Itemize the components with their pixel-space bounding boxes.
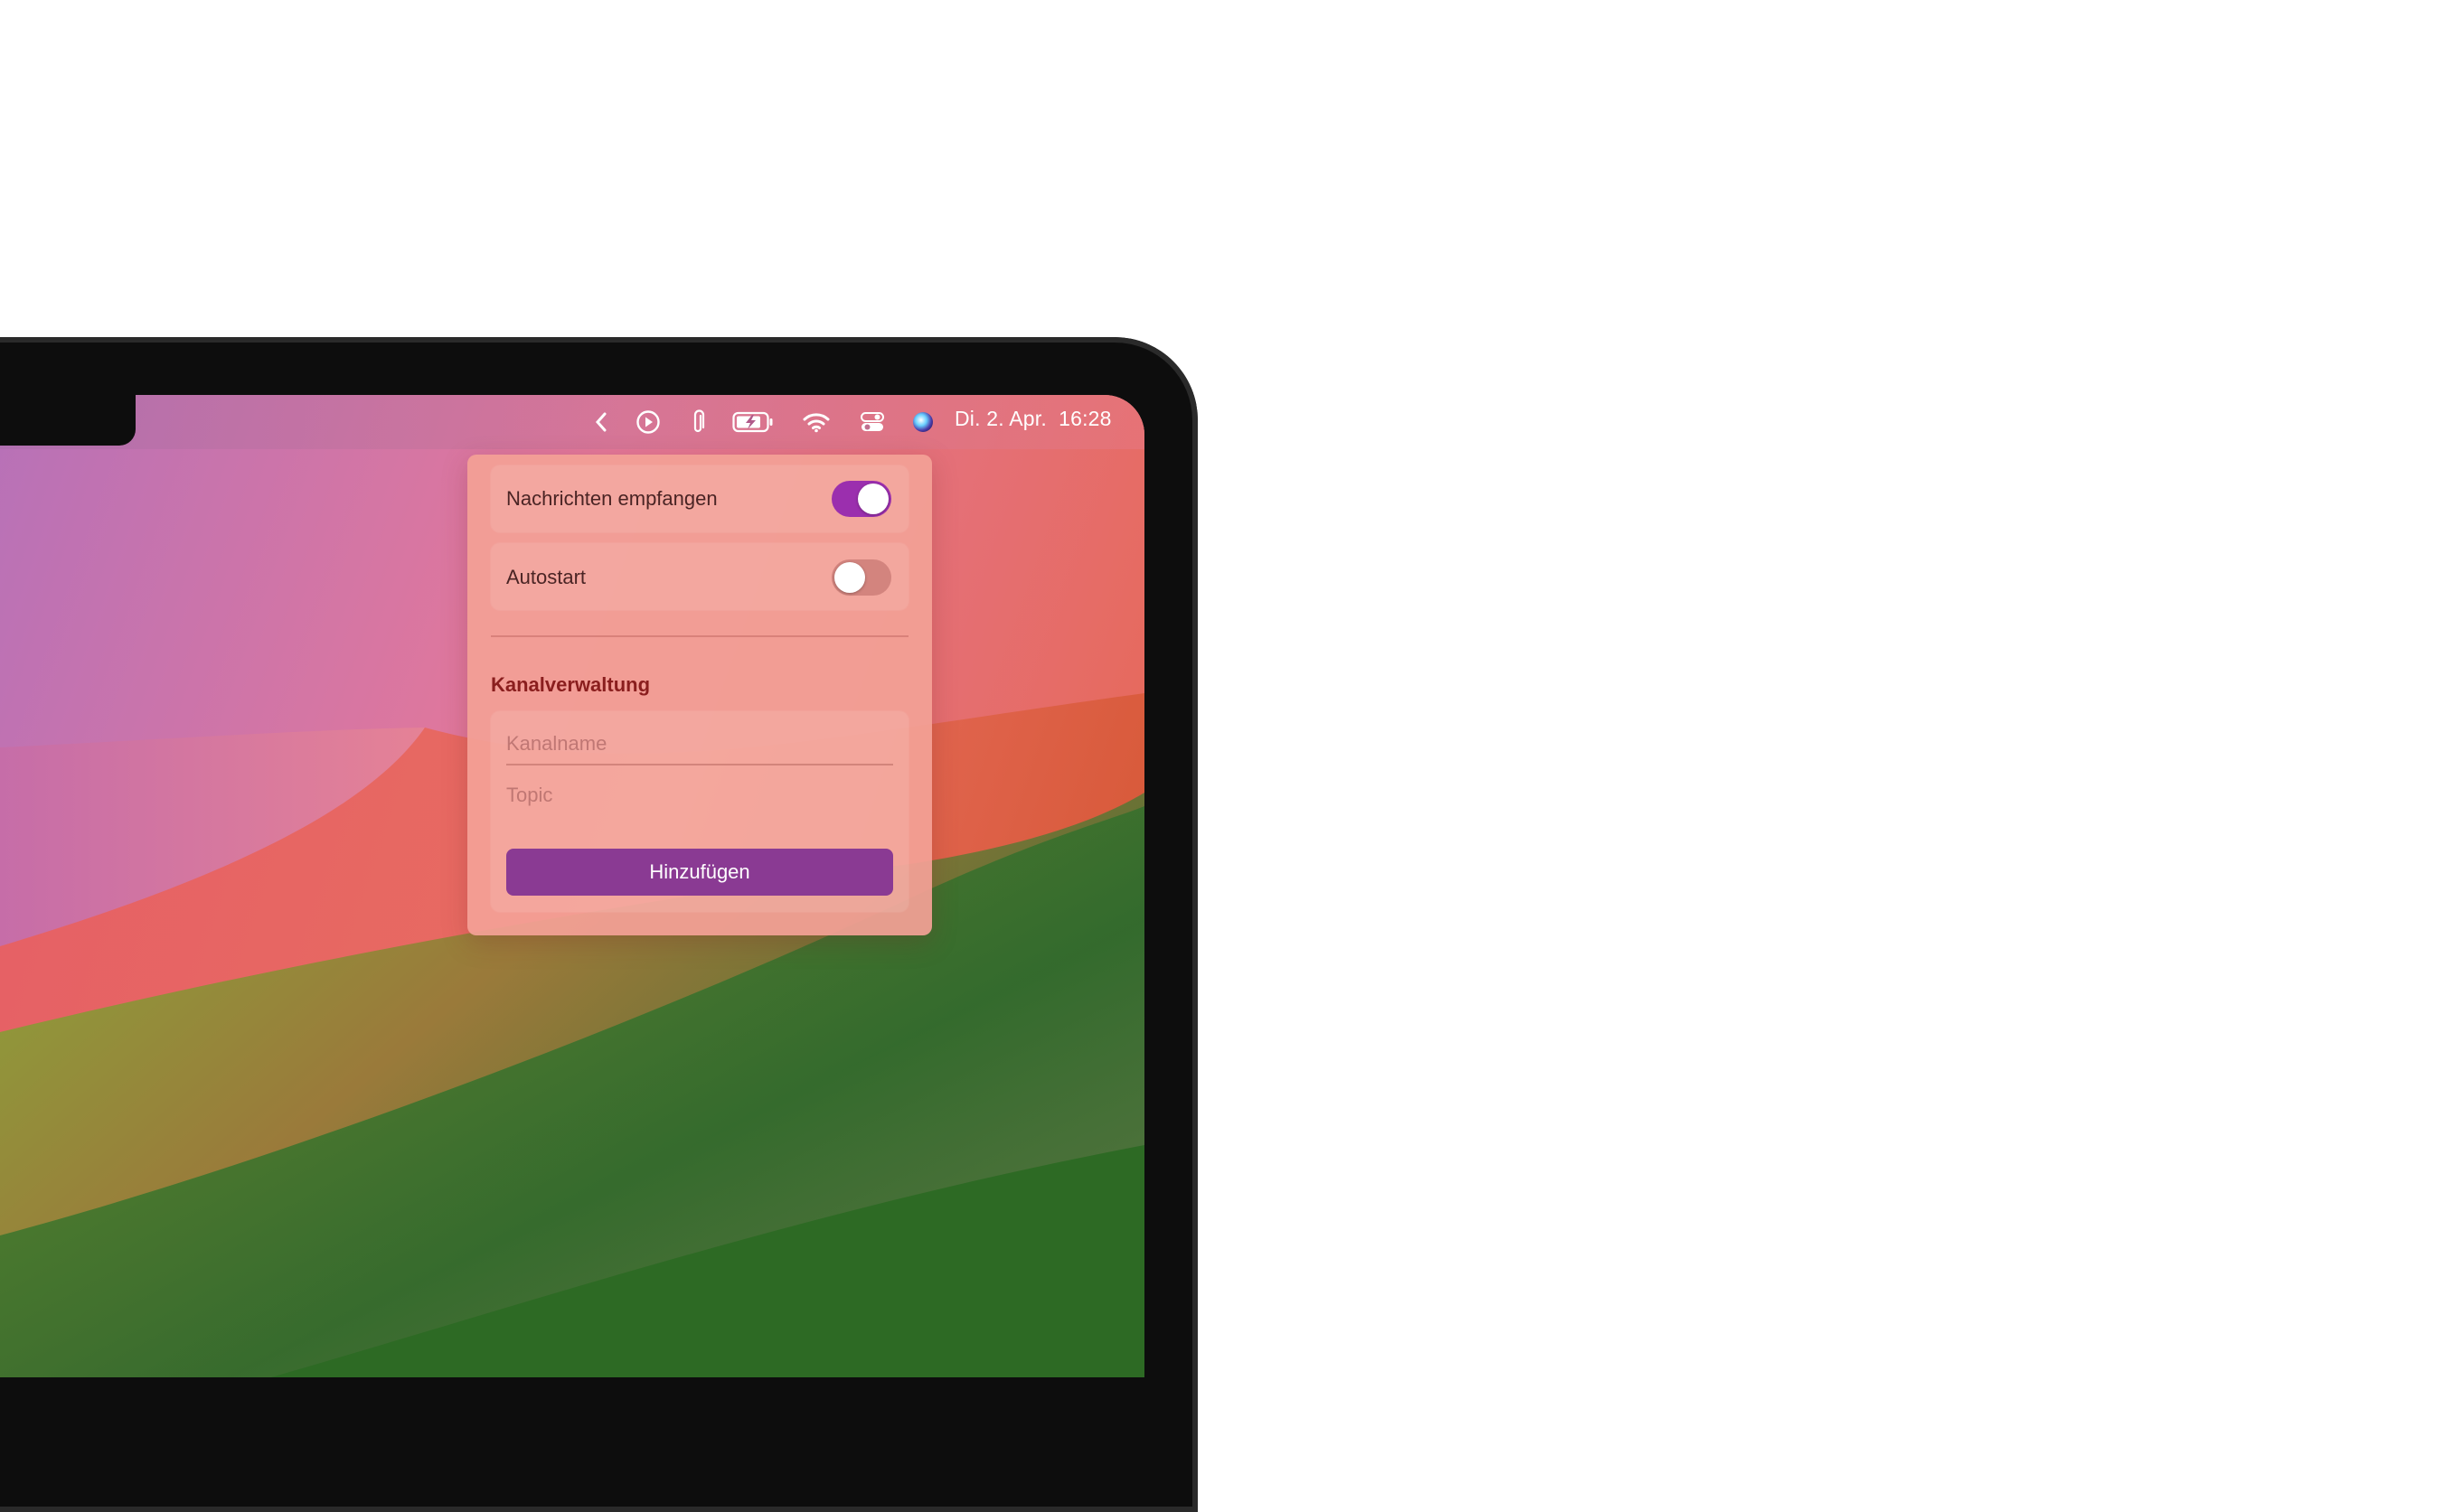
autostart-label: Autostart [506,566,587,588]
battery-charging-icon[interactable] [732,409,774,435]
camera-notch [0,395,136,446]
menu-bar-time: 16:28 [1059,407,1112,430]
paperclip-icon[interactable] [689,409,707,435]
menu-bar-clock[interactable]: Di. 2. Apr. 16:28 [955,407,1112,431]
play-circle-icon[interactable] [635,409,662,435]
field-separator [506,764,893,765]
topic-input[interactable] [506,777,893,813]
channel-name-input[interactable] [506,726,893,762]
add-channel-button[interactable]: Hinzufügen [506,849,893,896]
wifi-icon[interactable] [801,409,832,435]
channel-management-title: Kanalverwaltung [491,673,651,696]
setting-row-receive-messages: Nachrichten empfangen [491,465,909,532]
menu-bar-popover: Nachrichten empfangen Autostart Kanalver… [467,455,932,935]
setting-row-autostart: Autostart [491,543,909,610]
receive-messages-label: Nachrichten empfangen [506,487,718,510]
receive-messages-toggle[interactable] [832,481,891,517]
menu-bar-date: Di. 2. Apr. [955,407,1047,430]
autostart-toggle[interactable] [832,559,891,596]
channel-form: Hinzufügen [491,711,909,912]
section-divider [491,635,909,637]
menu-bar: Di. 2. Apr. 16:28 [0,395,1144,449]
siri-icon[interactable] [909,409,937,435]
toggle-knob [834,562,865,593]
control-center-icon[interactable] [859,409,886,435]
chevron-left-icon[interactable] [591,409,611,435]
toggle-knob [858,484,889,514]
